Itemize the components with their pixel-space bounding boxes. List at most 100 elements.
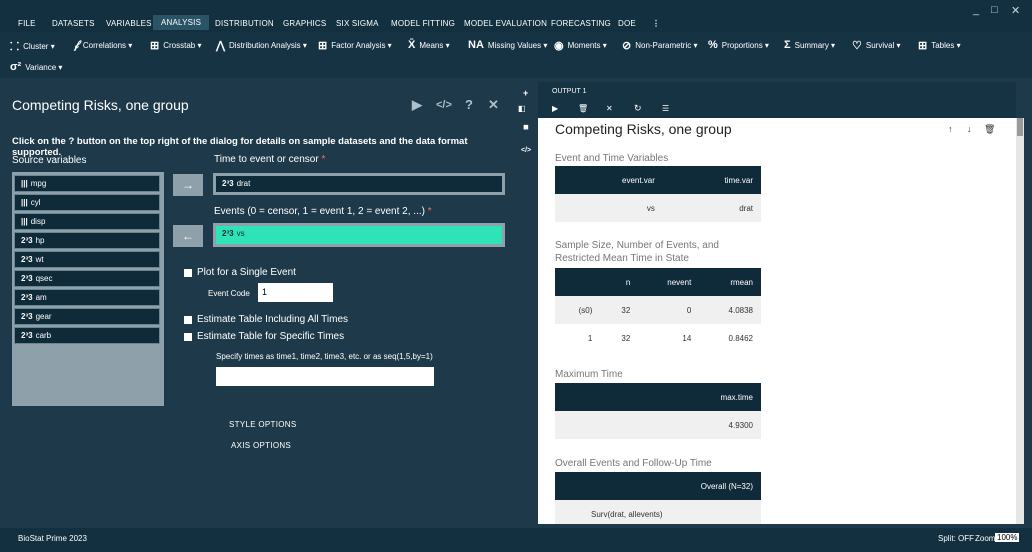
zoom-input[interactable]: 100% [995,533,1020,542]
events-label: Events (0 = censor, 1 = event 1, 2 = eve… [214,206,432,217]
menu-more-icon[interactable]: ⋮ [652,19,660,28]
means-icon: X̄ [408,39,416,51]
close-window-icon[interactable]: ✕ [1011,4,1020,17]
menu-analysis[interactable]: ANALYSIS [153,15,210,30]
zoom-value[interactable]: 100% [995,533,1020,542]
list-item[interactable]: 2³3 carb [14,327,160,344]
col-header: max.time [555,383,761,411]
toolbar-correlations[interactable]: 𝒻 Correlations ▾ [74,39,132,52]
move-from-events-button[interactable]: ← [173,225,203,247]
list-item[interactable]: ||| cyl [14,194,160,211]
menu-forecasting[interactable]: FORECASTING [551,19,611,28]
specify-times-input[interactable] [216,367,434,386]
table-cell: 14 [638,324,700,352]
toolbar-variance-label: Variance ▾ [25,62,63,72]
toolbar-missing-label: Missing Values ▾ [487,40,548,50]
menu-file[interactable]: FILE [18,19,36,28]
toolbar-missing-values[interactable]: NA Missing Values ▾ [468,39,547,51]
estimate-specific-times-checkbox[interactable]: Estimate Table for Specific Times [184,331,344,342]
help-icon[interactable]: ? [465,97,473,112]
move-to-time-button[interactable]: → [173,174,203,196]
tab-output-1[interactable]: OUTPUT 1 [552,88,587,95]
delete-output-icon[interactable]: 🗑 [984,124,995,135]
section-title: Overall Events and Follow-Up Time [555,458,712,469]
table-cell: 4.0838 [699,296,761,324]
toolbar-proportions[interactable]: % Proportions ▾ [708,39,769,51]
list-item[interactable]: 2³3 qsec [14,270,160,287]
col-header: Overall (N=32) [555,472,761,500]
list-item[interactable]: ||| disp [14,213,160,230]
toolbar-crosstab[interactable]: ⊞ Crosstab ▾ [150,39,201,52]
toolbar-survival[interactable]: ♡ Survival ▾ [852,39,901,52]
export-icon[interactable]: ▶ [552,104,558,113]
toolbar-variance[interactable]: σ² Variance ▾ [10,61,62,73]
list-item[interactable]: ||| mpg [14,175,160,192]
split-status[interactable]: Split: OFF [938,534,974,543]
distribution-icon: ⋀ [216,40,226,52]
time-variable-field[interactable]: 2³3 drat [213,173,505,195]
menu-graphics[interactable]: GRAPHICS [283,19,326,28]
checkbox-box[interactable] [184,268,192,277]
estimate-all-times-checkbox[interactable]: Estimate Table Including All Times [184,314,348,325]
events-variable-field[interactable]: 2³3 vs [213,223,505,247]
toolbar-factor-analysis[interactable]: ⊞ Factor Analysis ▾ [318,39,392,52]
moments-icon: ◉ [554,40,564,52]
window-icon[interactable]: ◼ [523,123,529,131]
toolbar-moments-label: Moments ▾ [567,41,607,50]
refresh-icon[interactable]: ↻ [634,103,642,114]
list-item[interactable]: 2³3 am [14,289,160,306]
menu-datasets[interactable]: DATASETS [52,19,95,28]
minimize-icon[interactable]: _ [973,4,979,16]
toolbar-cluster-label: Cluster ▾ [23,42,55,51]
required-mark: * [427,206,432,217]
axis-options-link[interactable]: AXIS OPTIONS [231,441,291,450]
close-icon[interactable]: ✕ [606,104,613,113]
list-item[interactable]: 2³3 hp [14,232,160,249]
new-output-icon[interactable]: ◧ [518,104,526,113]
list-item[interactable]: 2³3 gear [14,308,160,325]
code-icon[interactable]: </> [436,99,452,111]
source-variables-list[interactable]: ||| mpg ||| cyl ||| disp 2³3 hp 2³3 wt 2³3 qse… [12,172,164,406]
close-dialog-icon[interactable]: ✕ [488,97,499,113]
plot-single-label: Plot for a Single Event [197,267,296,278]
variable-name: am [35,293,47,302]
plot-single-event-checkbox[interactable]: Plot for a Single Event [184,267,296,278]
menu-variables[interactable]: VARIABLES [106,19,152,28]
dialog-title: Competing Risks, one group [12,97,189,113]
variable-name: wt [35,255,44,264]
variable-name: hp [35,236,45,245]
toolbar-non-parametric[interactable]: ⊘ Non-Parametric ▾ [622,39,697,52]
scrollbar-thumb[interactable] [1017,118,1023,136]
menu-doe[interactable]: DOE [618,19,636,28]
add-icon[interactable]: + [523,88,528,98]
menu-six-sigma[interactable]: SIX SIGMA [336,19,379,28]
syntax-icon[interactable]: </> [521,147,531,154]
events-variable-value: vs [236,229,245,238]
checkbox-box[interactable] [184,315,192,324]
menu-distribution[interactable]: DISTRIBUTION [215,19,274,28]
toolbar-summary[interactable]: Σ Summary ▾ [784,39,835,51]
table-row: (s0) 32 0 4.0838 [555,296,761,324]
move-down-icon[interactable]: ↓ [967,124,972,134]
menu-model-evaluation[interactable]: MODEL EVALUATION [464,19,547,28]
move-up-icon[interactable]: ↑ [948,124,953,134]
run-icon[interactable]: ▶ [412,97,422,113]
variable-name: gear [35,312,52,321]
list-item[interactable]: 2³3 wt [14,251,160,268]
delete-icon[interactable]: 🗑 [578,104,588,113]
style-options-link[interactable]: STYLE OPTIONS [229,420,296,429]
event-code-input[interactable]: 1 [258,283,333,302]
menu-model-fitting[interactable]: MODEL FITTING [391,19,455,28]
toolbar-moments[interactable]: ◉ Moments ▾ [554,39,607,52]
toolbar-means[interactable]: X̄ Means ▾ [408,39,450,51]
toolbar-distribution-analysis[interactable]: ⋀ Distribution Analysis ▾ [216,39,307,52]
list-icon[interactable]: ☰ [662,104,669,113]
checkbox-box[interactable] [184,332,192,341]
output-scrollbar[interactable] [1016,118,1024,524]
variable-name: cyl [30,198,41,207]
toolbar-cluster[interactable]: ⸬ Cluster ▾ [10,39,55,54]
toolbar-tables[interactable]: ⊞ Tables ▾ [918,39,961,52]
factor-analysis-icon: ⊞ [318,40,328,52]
maximize-icon[interactable]: □ [991,4,998,16]
sample-size-table: n nevent rmean (s0) 32 0 4.0838 1 32 14 0.8462 [555,268,761,352]
